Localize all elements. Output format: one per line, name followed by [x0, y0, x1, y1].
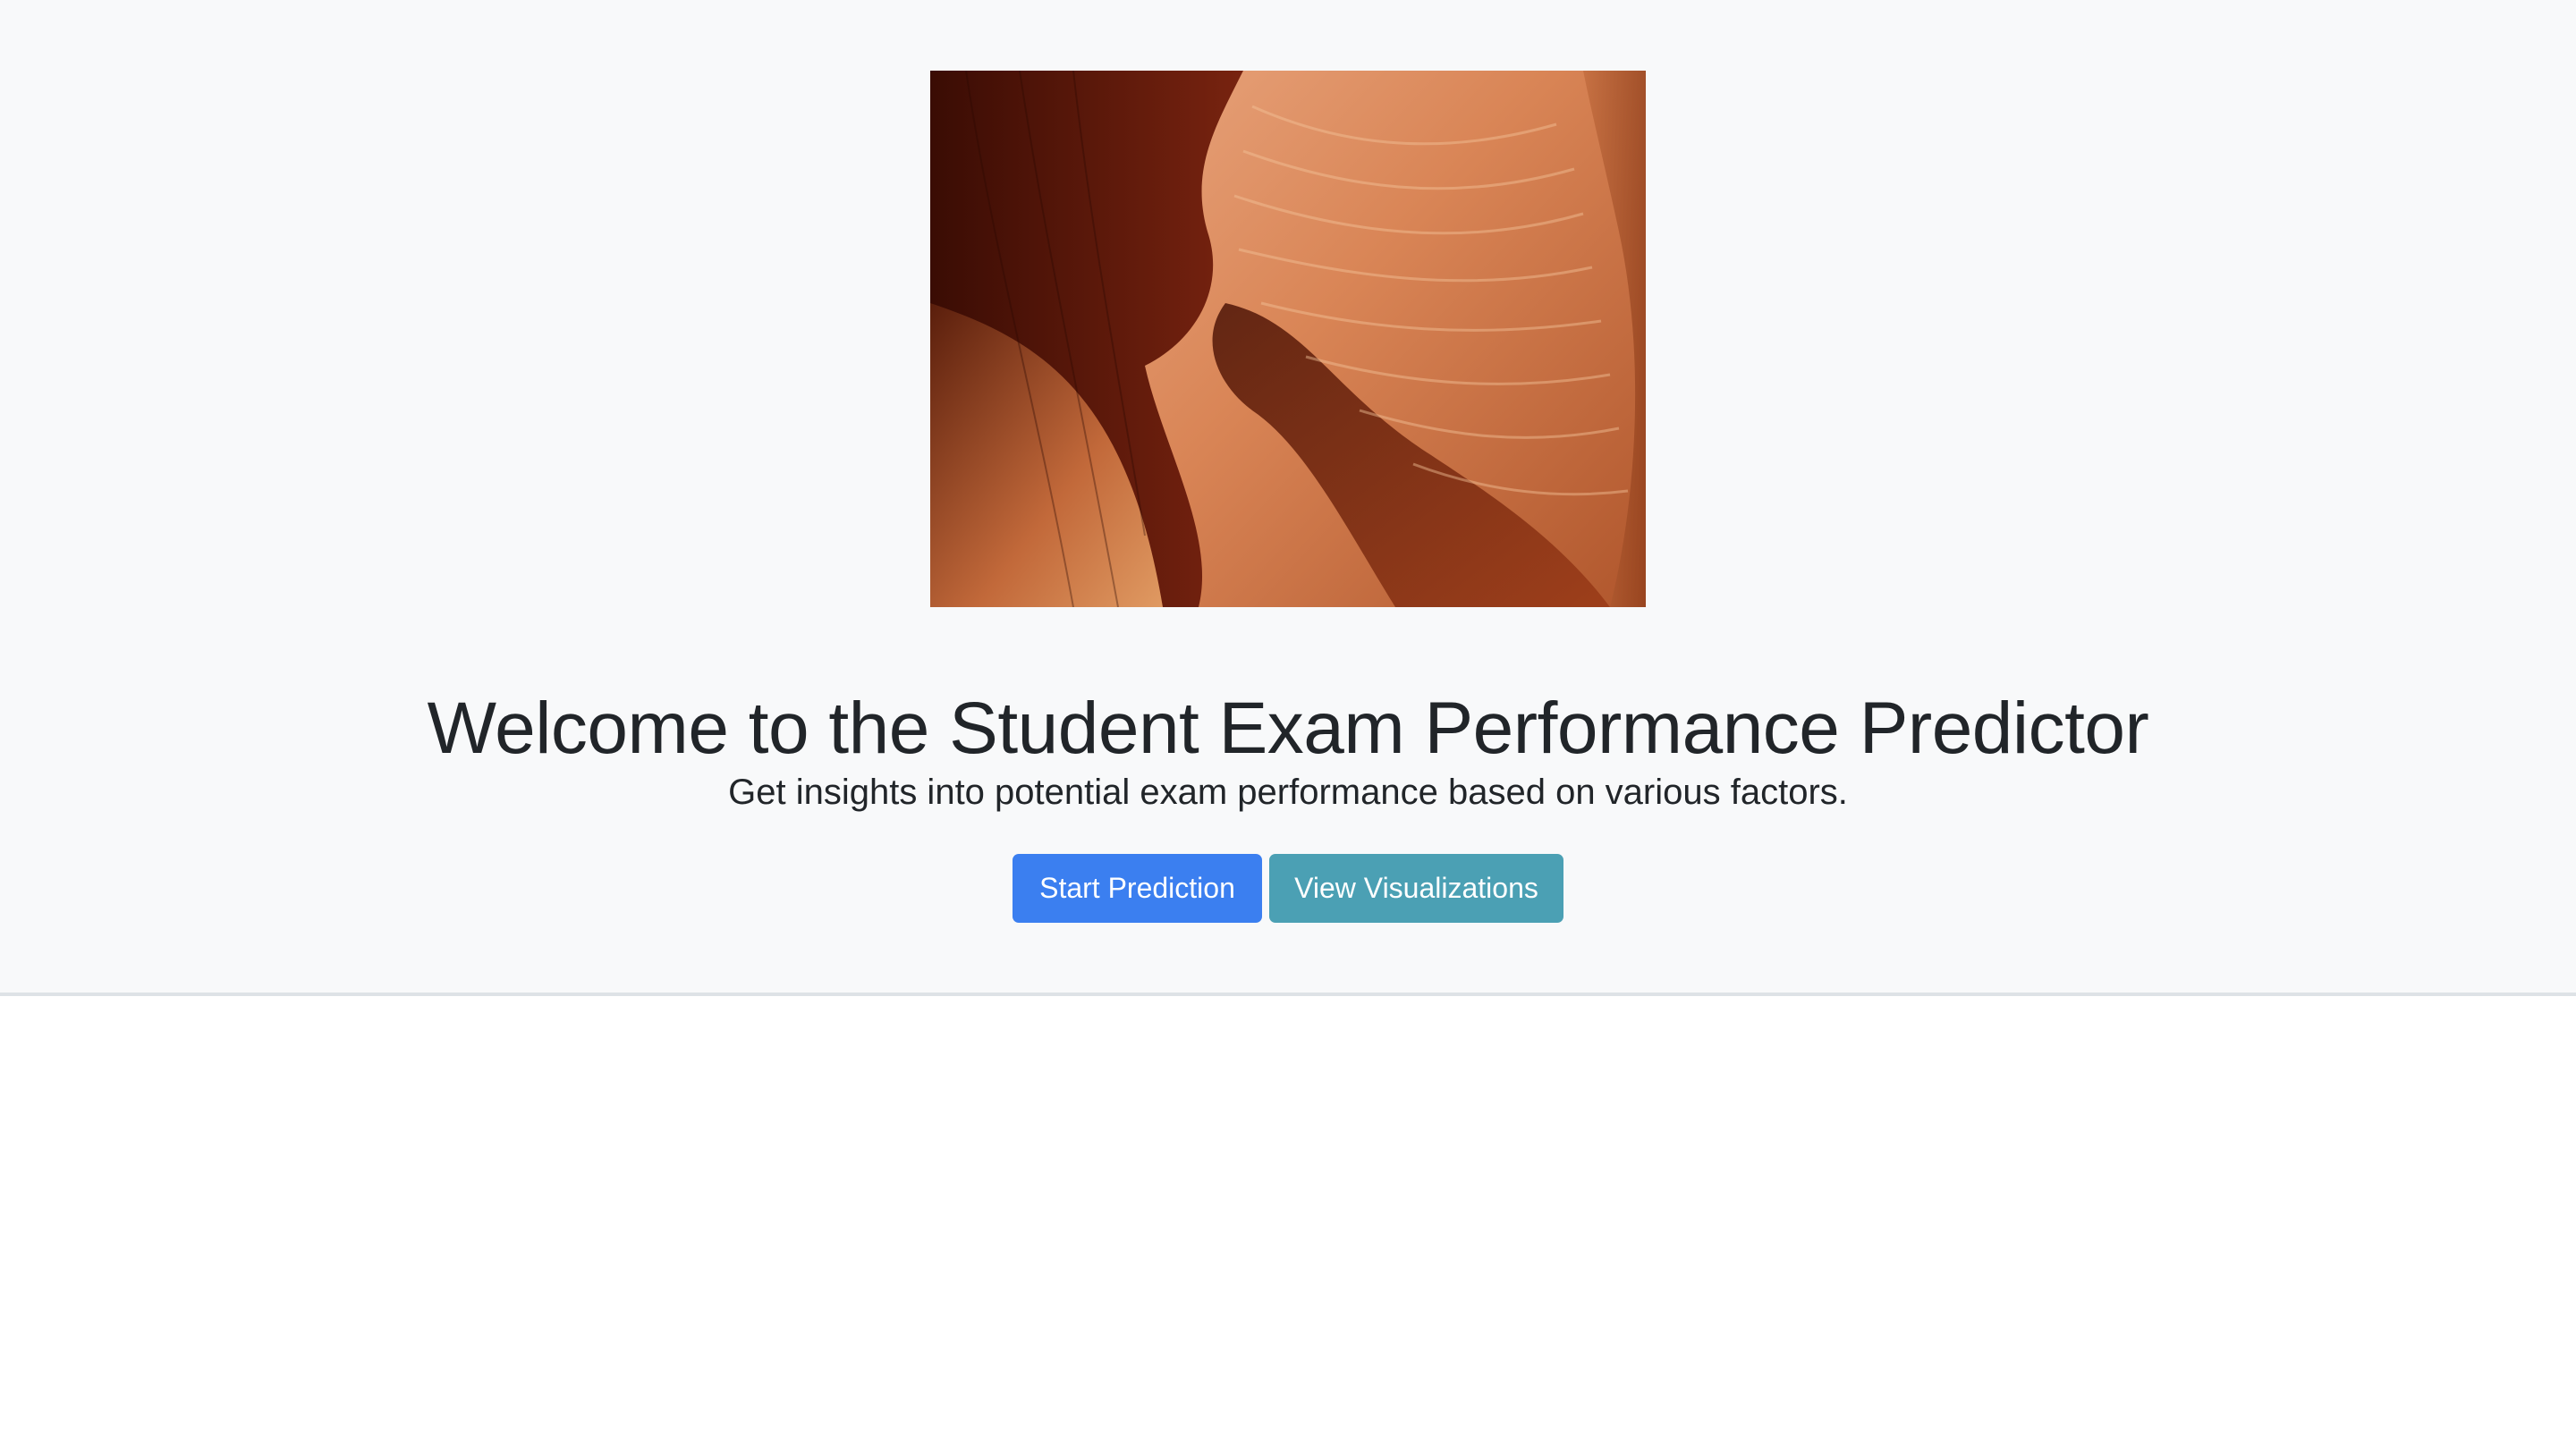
page-subtitle: Get insights into potential exam perform… — [728, 773, 1848, 812]
canyon-photo — [930, 71, 1646, 607]
view-visualizations-button[interactable]: View Visualizations — [1269, 854, 1563, 923]
hero-section: Welcome to the Student Exam Performance … — [0, 0, 2576, 996]
page-title: Welcome to the Student Exam Performance … — [427, 687, 2149, 769]
hero-image — [930, 71, 1646, 607]
start-prediction-button[interactable]: Start Prediction — [1013, 854, 1262, 923]
